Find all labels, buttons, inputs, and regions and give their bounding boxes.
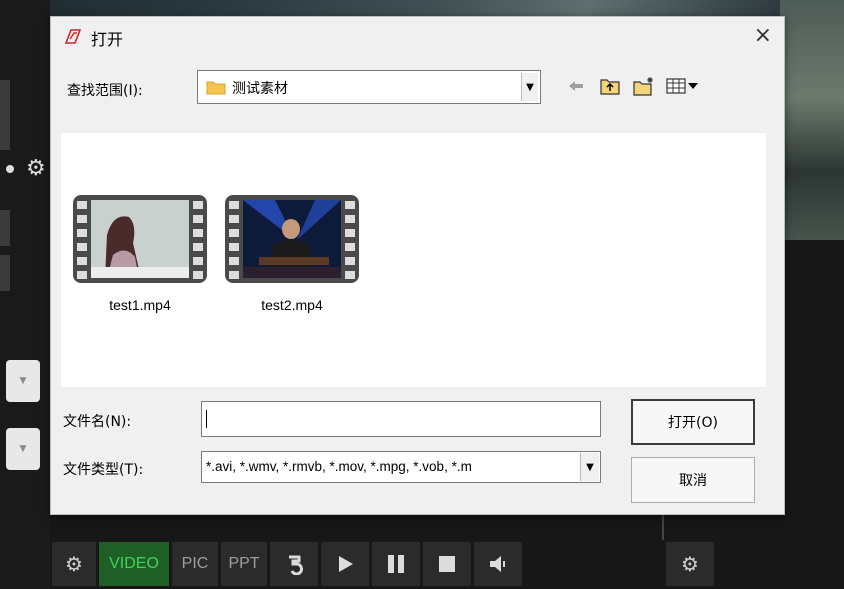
look-in-dropdown[interactable]: 测试素材 ▼ — [197, 70, 541, 104]
dialog-title: 打开 — [91, 30, 124, 49]
left-panel: ⚙ ▼ ▼ — [0, 0, 50, 589]
play-icon — [339, 556, 353, 572]
chevron-down-icon[interactable]: ▼ — [580, 453, 599, 481]
close-icon[interactable]: × — [754, 23, 772, 48]
dialog-nav-toolbar — [564, 75, 700, 97]
file-item[interactable]: test2.mp4 — [225, 195, 359, 313]
pause-button[interactable] — [372, 542, 420, 586]
filetype-dropdown[interactable]: *.avi, *.wmv, *.rmvb, *.mov, *.mpg, *.vo… — [201, 451, 601, 483]
video-button[interactable]: VIDEO — [99, 542, 169, 586]
file-name: test2.mp4 — [261, 297, 323, 313]
file-name: test1.mp4 — [109, 297, 171, 313]
chevron-down-icon[interactable]: ▼ — [521, 73, 538, 101]
video-file-icon — [225, 195, 359, 283]
left-panel-tab[interactable] — [0, 255, 10, 291]
side-dropdown[interactable]: ▼ — [6, 360, 40, 402]
gear-icon: ⚙ — [65, 553, 83, 576]
cancel-button[interactable]: 取消 — [631, 457, 755, 503]
ppt-button[interactable]: PPT — [221, 542, 267, 586]
filetype-value: *.avi, *.wmv, *.rmvb, *.mov, *.mpg, *.vo… — [206, 459, 472, 474]
settings-button[interactable]: ⚙ — [52, 542, 96, 586]
gear-icon: ⚙ — [681, 552, 699, 576]
dialog-title-bar[interactable]: 打开 × — [51, 17, 784, 57]
filename-input[interactable] — [201, 401, 601, 437]
status-dot — [6, 165, 14, 173]
left-panel-tab[interactable] — [0, 210, 10, 246]
back-arrow-icon[interactable] — [564, 75, 588, 97]
stop-button[interactable] — [423, 542, 471, 586]
file-item[interactable]: test1.mp4 — [73, 195, 207, 313]
file-list-view[interactable]: test1.mp4 test2.mp4 — [61, 133, 766, 387]
settings-button-right[interactable]: ⚙ — [666, 542, 714, 586]
filetype-label: 文件类型(T): — [63, 462, 144, 478]
rewind-icon — [289, 555, 304, 575]
rewind-button[interactable] — [270, 542, 318, 586]
video-file-icon — [73, 195, 207, 283]
side-dropdown[interactable]: ▼ — [6, 428, 40, 470]
left-panel-tab[interactable] — [0, 80, 10, 150]
filename-label: 文件名(N): — [63, 414, 132, 430]
gear-icon[interactable]: ⚙ — [26, 156, 46, 181]
play-button[interactable] — [321, 542, 369, 586]
stop-icon — [439, 556, 455, 572]
chevron-down-icon: ▼ — [19, 444, 27, 454]
open-file-dialog: 打开 × 查找范围(I): 测试素材 ▼ test1.mp4 test2.mp4… — [50, 16, 785, 515]
view-menu-icon[interactable] — [666, 75, 700, 97]
pic-button[interactable]: PIC — [172, 542, 218, 586]
chevron-down-icon: ▼ — [19, 376, 27, 386]
app-logo-icon — [64, 29, 82, 44]
playback-toolbar: ⚙ VIDEO PIC PPT — [52, 542, 522, 586]
current-folder-name: 测试素材 — [232, 81, 288, 97]
volume-icon — [490, 556, 505, 572]
text-caret — [206, 410, 207, 428]
open-button[interactable]: 打开(O) — [631, 399, 755, 445]
background-video-preview-right — [780, 0, 844, 245]
volume-button[interactable] — [474, 542, 522, 586]
look-in-label: 查找范围(I): — [67, 83, 143, 99]
pause-icon — [388, 555, 404, 573]
new-folder-icon[interactable] — [632, 75, 656, 97]
up-folder-icon[interactable] — [598, 75, 622, 97]
folder-icon — [206, 81, 226, 95]
